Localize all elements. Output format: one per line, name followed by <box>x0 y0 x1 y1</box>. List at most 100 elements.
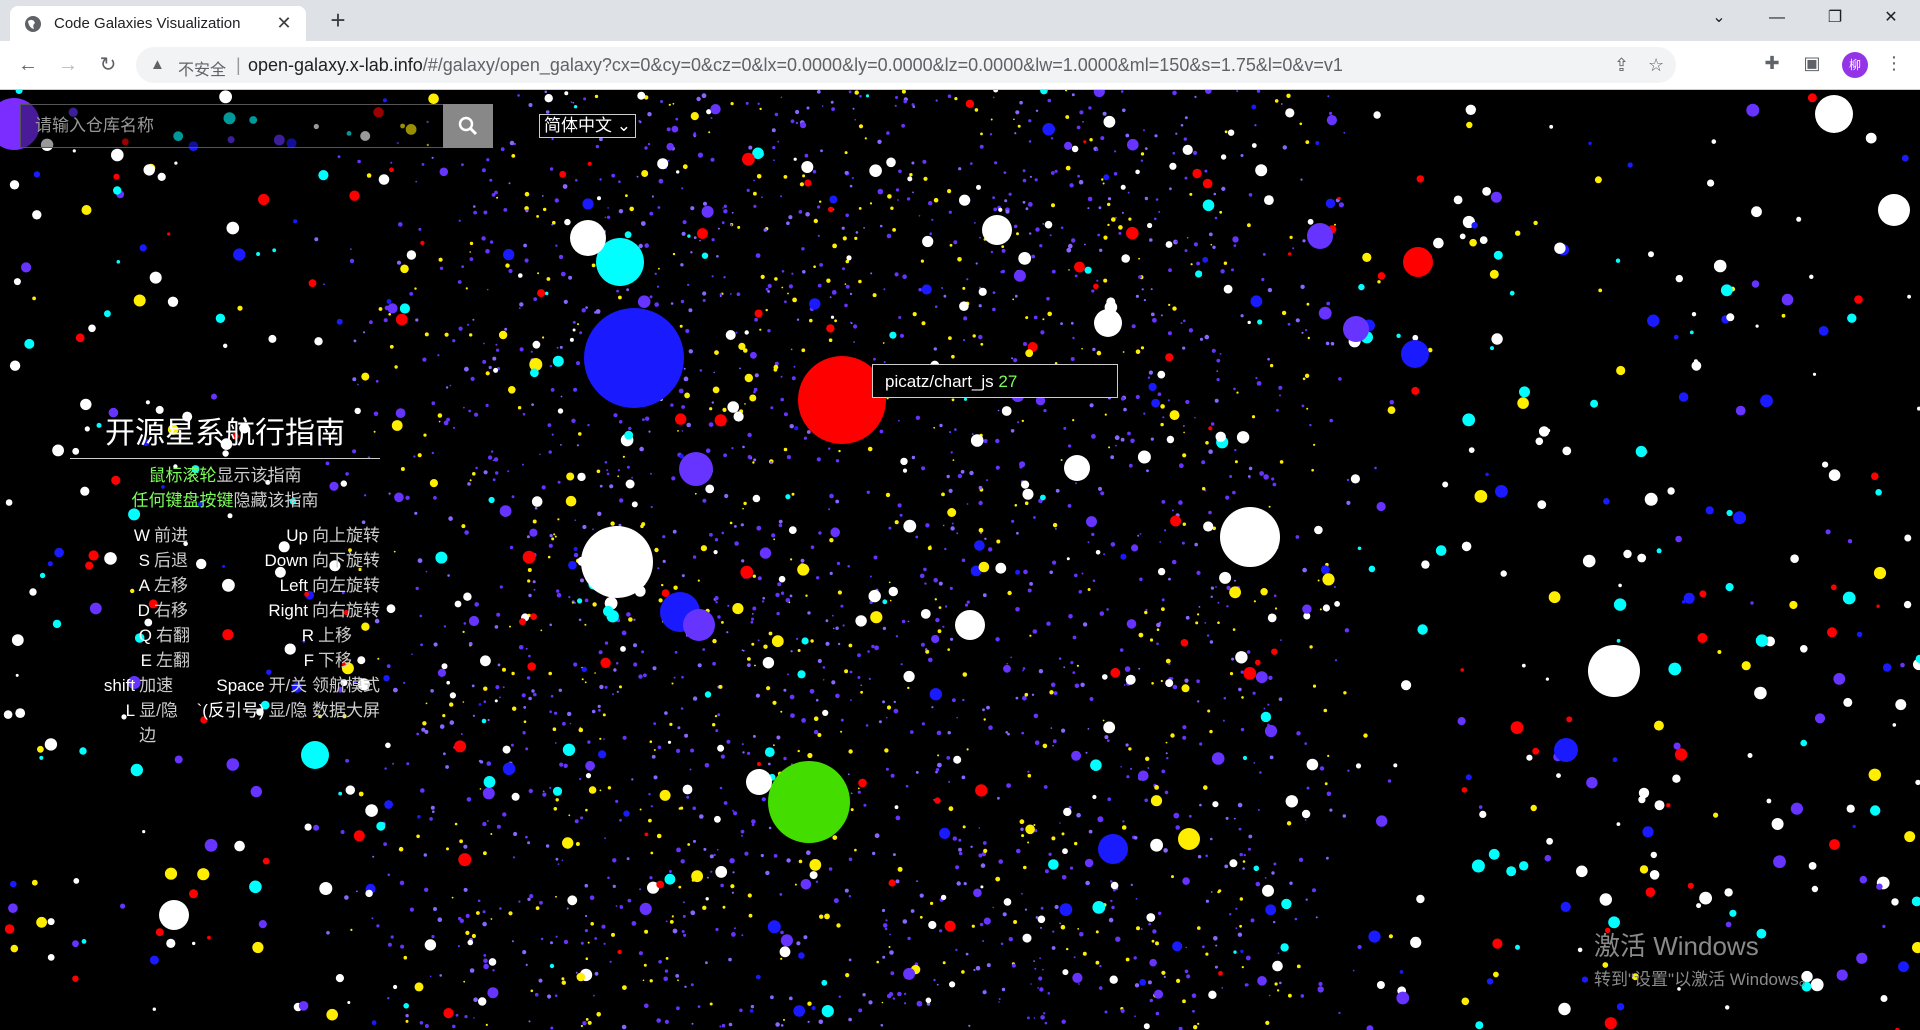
star-dust[interactable] <box>1052 522 1058 528</box>
star-dust[interactable] <box>538 978 543 983</box>
star-dust[interactable] <box>952 459 955 461</box>
repo-star[interactable] <box>1613 598 1627 611</box>
star-dust[interactable] <box>949 586 953 590</box>
repo-star[interactable] <box>81 939 87 944</box>
star-dust[interactable] <box>454 822 458 826</box>
star-dust[interactable] <box>583 97 587 101</box>
star-dust[interactable] <box>406 762 410 766</box>
star-dust[interactable] <box>572 320 576 324</box>
star-dust[interactable] <box>703 201 707 206</box>
repo-star[interactable] <box>582 198 594 210</box>
star-dust[interactable] <box>1312 684 1317 688</box>
star-dust[interactable] <box>673 676 676 679</box>
star-dust[interactable] <box>954 97 958 101</box>
star-dust[interactable] <box>1140 346 1145 350</box>
star-dust[interactable] <box>584 623 587 626</box>
star-dust[interactable] <box>568 814 571 817</box>
share-icon[interactable]: ⇪ <box>1614 55 1629 76</box>
repo-star-large[interactable] <box>1178 828 1200 850</box>
star-dust[interactable] <box>1194 95 1197 98</box>
star-dust[interactable] <box>848 749 853 754</box>
repo-star[interactable] <box>1220 154 1227 160</box>
repo-star[interactable] <box>1760 394 1773 408</box>
star-dust[interactable] <box>1106 739 1110 742</box>
star-dust[interactable] <box>998 1001 1000 1003</box>
star-dust[interactable] <box>662 535 666 539</box>
insecure-label[interactable]: 不安全 <box>178 56 226 80</box>
star-dust[interactable] <box>555 935 558 938</box>
star-dust[interactable] <box>1343 131 1346 134</box>
star-dust[interactable] <box>664 1019 670 1024</box>
star-dust[interactable] <box>1035 227 1040 232</box>
star-dust[interactable] <box>665 920 668 923</box>
repo-star[interactable] <box>308 279 317 288</box>
star-dust[interactable] <box>1128 463 1133 468</box>
repo-star[interactable] <box>888 879 896 887</box>
star-dust[interactable] <box>910 909 915 913</box>
repo-star[interactable] <box>145 400 150 405</box>
repo-star[interactable] <box>1137 450 1151 464</box>
star-dust[interactable] <box>780 957 783 960</box>
star-dust[interactable] <box>483 686 488 691</box>
star-dust[interactable] <box>674 650 678 654</box>
repo-star[interactable] <box>974 540 985 551</box>
repo-star[interactable] <box>389 167 394 173</box>
star-dust[interactable] <box>887 194 892 199</box>
star-dust[interactable] <box>995 465 1000 470</box>
star-dust[interactable] <box>788 215 793 220</box>
star-dust[interactable] <box>518 900 521 903</box>
repo-star[interactable] <box>1871 472 1879 481</box>
repo-star[interactable] <box>9 180 20 190</box>
repo-star[interactable] <box>1560 901 1571 913</box>
repo-star[interactable] <box>1691 312 1697 317</box>
repo-star[interactable] <box>1433 237 1444 249</box>
star-dust[interactable] <box>542 790 545 793</box>
star-dust[interactable] <box>1156 642 1159 646</box>
repo-star[interactable] <box>1396 991 1410 1005</box>
repo-star[interactable] <box>1521 663 1526 668</box>
star-dust[interactable] <box>882 923 888 928</box>
repo-star-large[interactable] <box>1098 834 1128 864</box>
repo-star[interactable] <box>1218 971 1223 976</box>
star-dust[interactable] <box>802 174 806 178</box>
star-dust[interactable] <box>780 591 785 595</box>
star-dust[interactable] <box>731 211 734 214</box>
star-dust[interactable] <box>1347 769 1350 772</box>
star-dust[interactable] <box>1033 315 1038 320</box>
star-dust[interactable] <box>838 995 841 998</box>
repo-star[interactable] <box>567 895 578 906</box>
star-dust[interactable] <box>899 513 903 517</box>
repo-star[interactable] <box>318 170 329 181</box>
star-dust[interactable] <box>1241 966 1244 969</box>
repo-star[interactable] <box>868 589 881 603</box>
star-dust[interactable] <box>848 1017 852 1022</box>
star-dust[interactable] <box>405 1019 409 1023</box>
star-dust[interactable] <box>1278 385 1283 390</box>
star-dust[interactable] <box>1040 1015 1045 1020</box>
star-dust[interactable] <box>892 853 896 857</box>
star-dust[interactable] <box>676 748 681 754</box>
star-dust[interactable] <box>1300 994 1305 998</box>
star-dust[interactable] <box>780 96 783 99</box>
star-dust[interactable] <box>678 807 682 810</box>
star-dust[interactable] <box>638 951 644 956</box>
repo-star[interactable] <box>1306 758 1319 771</box>
star-dust[interactable] <box>1103 553 1106 556</box>
star-dust[interactable] <box>919 915 923 919</box>
star-dust[interactable] <box>947 94 952 98</box>
star-dust[interactable] <box>885 919 888 922</box>
star-dust[interactable] <box>662 559 666 563</box>
star-dust[interactable] <box>974 222 976 224</box>
star-dust[interactable] <box>844 303 848 308</box>
menu-kebab-icon[interactable]: ⋮ <box>1882 53 1906 74</box>
star-dust[interactable] <box>723 453 727 458</box>
repo-star[interactable] <box>1554 242 1566 254</box>
repo-star[interactable] <box>1653 720 1664 731</box>
star-dust[interactable] <box>1046 296 1050 301</box>
repo-star[interactable] <box>865 94 870 98</box>
star-dust[interactable] <box>1161 598 1165 602</box>
star-dust[interactable] <box>604 216 607 219</box>
star-dust[interactable] <box>773 744 775 747</box>
star-dust[interactable] <box>488 365 492 370</box>
star-dust[interactable] <box>1197 1022 1200 1025</box>
